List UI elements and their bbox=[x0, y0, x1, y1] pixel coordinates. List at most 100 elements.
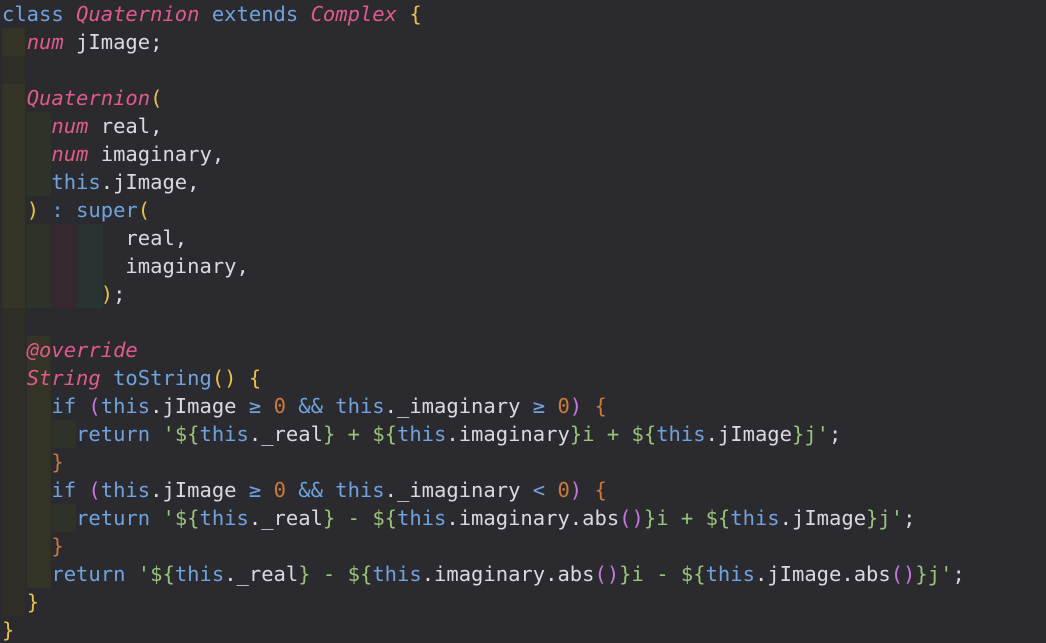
code-line[interactable]: imaginary, bbox=[2, 252, 248, 280]
code-token: { bbox=[248, 366, 262, 390]
code-token: extends bbox=[211, 2, 299, 26]
code-token: .imaginary.abs bbox=[421, 562, 595, 586]
code-line[interactable]: this.jImage, bbox=[2, 168, 199, 196]
code-line[interactable]: return '${this._real} - ${this.imaginary… bbox=[2, 560, 965, 588]
code-line[interactable]: return '${this._real} + ${this.imaginary… bbox=[2, 420, 841, 448]
code-token: Complex bbox=[310, 2, 397, 26]
code-token: ' bbox=[162, 506, 175, 530]
code-token: this bbox=[705, 562, 755, 586]
code-line[interactable]: num imaginary, bbox=[2, 140, 224, 168]
code-token: ) bbox=[100, 282, 114, 306]
code-token: this bbox=[174, 562, 225, 586]
code-token: 0 bbox=[557, 478, 570, 502]
code-line[interactable]: if (this.jImage ≥ 0 && this._imaginary <… bbox=[2, 476, 606, 504]
code-token: } bbox=[2, 618, 15, 642]
code-token: return bbox=[76, 422, 151, 446]
code-token: ( bbox=[150, 86, 163, 110]
code-token: ${ bbox=[705, 506, 731, 530]
code-token: { bbox=[594, 394, 607, 418]
code-token: return bbox=[76, 506, 151, 530]
code-token: ._real bbox=[248, 422, 323, 446]
code-token: .imaginary.abs bbox=[446, 506, 620, 530]
code-line[interactable]: ) : super( bbox=[2, 196, 150, 224]
code-line[interactable]: } bbox=[2, 588, 39, 616]
code-token: () bbox=[211, 366, 237, 390]
code-line[interactable]: return '${this._real} - ${this.imaginary… bbox=[2, 504, 915, 532]
code-token: ( bbox=[88, 394, 101, 418]
code-token: ; bbox=[952, 562, 965, 586]
code-token: 0 bbox=[273, 478, 286, 502]
code-line[interactable]: Quaternion( bbox=[2, 84, 163, 112]
code-token: - bbox=[310, 562, 348, 586]
code-token: real, bbox=[2, 226, 188, 250]
code-line[interactable]: ); bbox=[2, 280, 126, 308]
code-token: this bbox=[730, 506, 780, 530]
code-token: ; bbox=[829, 422, 842, 446]
code-token: 0 bbox=[273, 394, 286, 418]
code-token: this bbox=[397, 422, 447, 446]
code-token: num bbox=[51, 114, 89, 138]
code-token: 0 bbox=[557, 394, 570, 418]
code-token: } bbox=[298, 562, 311, 586]
code-token: toString bbox=[113, 366, 212, 390]
code-line[interactable]: } bbox=[2, 448, 63, 476]
code-line[interactable]: class Quaternion extends Complex { bbox=[2, 0, 422, 28]
code-token: @override bbox=[26, 338, 138, 362]
code-token: this bbox=[100, 478, 151, 502]
code-line[interactable]: String toString() { bbox=[2, 364, 262, 392]
code-token: ' bbox=[162, 422, 175, 446]
code-token: - bbox=[335, 506, 373, 530]
code-token: i + bbox=[656, 506, 706, 530]
code-line[interactable]: @override bbox=[2, 336, 138, 364]
code-token: < bbox=[532, 478, 546, 502]
code-token: i - bbox=[631, 562, 681, 586]
code-token: } bbox=[866, 506, 879, 530]
code-token: class bbox=[2, 2, 64, 26]
code-token: j' bbox=[927, 562, 953, 586]
code-token: ._real bbox=[248, 506, 323, 530]
code-token: } bbox=[322, 506, 336, 530]
code-line[interactable]: num jImage; bbox=[2, 28, 163, 56]
code-token: this bbox=[199, 422, 249, 446]
code-line[interactable]: num real, bbox=[2, 112, 162, 140]
code-token: .jImage.abs bbox=[754, 562, 891, 586]
code-token: jImage; bbox=[63, 30, 163, 54]
code-line[interactable]: } bbox=[2, 616, 14, 643]
code-line[interactable]: } bbox=[2, 532, 64, 560]
code-token: } bbox=[51, 534, 64, 558]
code-token: ) bbox=[569, 478, 583, 502]
code-token: ( bbox=[137, 198, 151, 222]
code-token: && bbox=[298, 478, 323, 502]
code-token: () bbox=[594, 562, 620, 586]
code-editor[interactable]: class Quaternion extends Complex { num j… bbox=[0, 0, 1046, 643]
code-line[interactable]: if (this.jImage ≥ 0 && this._imaginary ≥… bbox=[2, 392, 607, 420]
code-token: num bbox=[51, 142, 89, 166]
code-token: i + bbox=[582, 422, 632, 446]
code-line[interactable]: real, bbox=[2, 224, 187, 252]
code-token: ${ bbox=[680, 562, 706, 586]
code-token: this bbox=[51, 170, 101, 194]
code-token: this bbox=[335, 394, 385, 418]
code-token: ${ bbox=[372, 506, 397, 530]
